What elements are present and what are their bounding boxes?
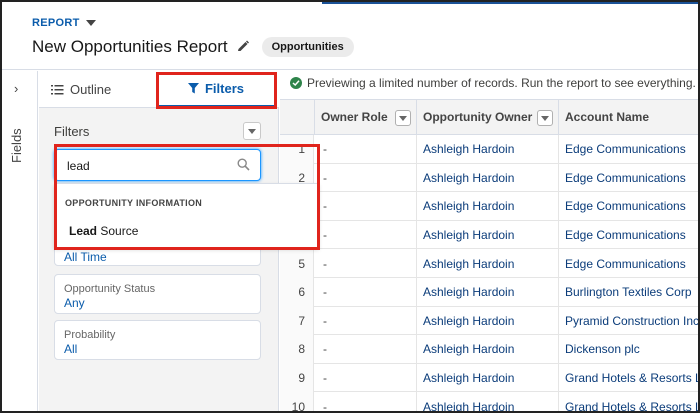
chevron-down-icon[interactable] xyxy=(85,20,96,26)
top-accent-bar xyxy=(322,2,698,4)
cell-opportunity-owner[interactable]: Ashleigh Hardoin xyxy=(417,278,559,307)
chevron-right-icon[interactable]: › xyxy=(14,81,18,96)
fields-rail[interactable]: › Fields xyxy=(2,71,38,411)
cell-account-name[interactable]: Grand Hotels & Resorts Ltd xyxy=(559,364,698,393)
column-header-owner-role[interactable]: Owner Role xyxy=(315,99,417,135)
filters-heading: Filters xyxy=(54,124,90,139)
filter-card-value: All xyxy=(64,342,78,356)
column-header-opportunity-owner[interactable]: Opportunity Owner xyxy=(417,99,559,135)
cell-owner-role: - xyxy=(315,278,417,307)
cell-account-name[interactable]: Edge Communications xyxy=(559,164,698,193)
cell-account-name[interactable]: Edge Communications xyxy=(559,135,698,164)
preview-notice: Previewing a limited number of records. … xyxy=(290,76,696,90)
fields-rail-label: Fields xyxy=(9,128,24,163)
highlight-search-dropdown xyxy=(54,144,320,250)
cell-owner-role: - xyxy=(315,335,417,364)
page-title: New Opportunities Report xyxy=(32,37,228,56)
tab-outline-label: Outline xyxy=(70,82,112,97)
report-header: REPORT New Opportunities Report Opportun… xyxy=(2,2,698,70)
cell-account-name[interactable]: Edge Communications xyxy=(559,221,698,250)
cell-account-name[interactable]: Pyramid Construction Inc xyxy=(559,307,698,336)
table-row: 7 - Ashleigh Hardoin Pyramid Constructio… xyxy=(280,306,698,336)
row-number: 8 xyxy=(280,335,314,364)
cell-owner-role: - xyxy=(315,163,417,193)
filter-card-label: Opportunity Status xyxy=(64,283,156,295)
cell-opportunity-owner[interactable]: Ashleigh Hardoin xyxy=(417,306,559,336)
chevron-down-icon xyxy=(248,128,256,134)
breadcrumb-label: REPORT xyxy=(32,17,80,29)
cell-owner-role: - xyxy=(315,392,417,411)
check-circle-icon xyxy=(290,77,302,89)
table-row: 5 - Ashleigh Hardoin Edge Communications xyxy=(280,249,698,278)
table-row: 1 - Ashleigh Hardoin Edge Communications xyxy=(280,135,698,164)
table-row: 9 - Ashleigh Hardoin Grand Hotels & Reso… xyxy=(280,363,698,393)
cell-opportunity-owner[interactable]: Ashleigh Hardoin xyxy=(417,392,559,411)
row-number-header xyxy=(280,99,315,135)
cell-opportunity-owner[interactable]: Ashleigh Hardoin xyxy=(417,249,559,278)
column-header-label: Account Name xyxy=(565,110,650,124)
cell-account-name[interactable]: Grand Hotels & Resorts Ltd xyxy=(559,392,698,411)
table-row: 10 - Ashleigh Hardoin Grand Hotels & Res… xyxy=(280,392,698,411)
table-row: 8 - Ashleigh Hardoin Dickenson plc xyxy=(280,335,698,364)
filter-card-probability[interactable]: Probability All xyxy=(54,320,261,360)
cell-opportunity-owner[interactable]: Ashleigh Hardoin xyxy=(417,335,559,364)
cell-opportunity-owner[interactable]: Ashleigh Hardoin xyxy=(417,363,559,393)
cell-account-name[interactable]: Edge Communications xyxy=(559,249,698,278)
column-menu-button[interactable] xyxy=(395,110,411,126)
title-row: New Opportunities Report Opportunities xyxy=(32,37,354,57)
preview-notice-text: Previewing a limited number of records. … xyxy=(307,76,696,90)
cell-account-name[interactable]: Dickenson plc xyxy=(559,335,698,364)
table-row: 2 - Ashleigh Hardoin Edge Communications xyxy=(280,163,698,193)
cell-owner-role: - xyxy=(315,192,417,221)
cell-owner-role: - xyxy=(315,249,417,278)
filters-menu-button[interactable] xyxy=(243,122,261,140)
filter-card-value: Any xyxy=(64,296,85,310)
cell-opportunity-owner[interactable]: Ashleigh Hardoin xyxy=(417,163,559,193)
highlight-filters-tab xyxy=(156,72,277,109)
cell-opportunity-owner[interactable]: Ashleigh Hardoin xyxy=(417,220,559,250)
cell-owner-role: - xyxy=(315,220,417,250)
report-preview-table: Owner Role Opportunity Owner Account Nam… xyxy=(280,99,698,411)
filter-card-label: Probability xyxy=(64,329,116,341)
row-number: 7 xyxy=(280,306,314,336)
cell-account-name[interactable]: Edge Communications xyxy=(559,192,698,221)
cell-owner-role: - xyxy=(315,306,417,336)
breadcrumb[interactable]: REPORT xyxy=(32,17,96,29)
row-number: 9 xyxy=(280,363,314,393)
list-icon xyxy=(51,85,64,95)
chevron-down-icon xyxy=(399,115,407,121)
cell-opportunity-owner[interactable]: Ashleigh Hardoin xyxy=(417,135,559,164)
cell-opportunity-owner[interactable]: Ashleigh Hardoin xyxy=(417,192,559,221)
filter-card-date-value: All Time xyxy=(64,250,107,264)
column-header-label: Owner Role xyxy=(321,110,388,124)
chevron-down-icon xyxy=(541,115,549,121)
tab-outline[interactable]: Outline xyxy=(51,71,111,108)
pencil-icon[interactable] xyxy=(236,40,250,54)
table-row: 3 - Ashleigh Hardoin Edge Communications xyxy=(280,192,698,221)
column-menu-button[interactable] xyxy=(537,110,553,126)
table-row: 4 - Ashleigh Hardoin Edge Communications xyxy=(280,220,698,250)
filter-card-opportunity-status[interactable]: Opportunity Status Any xyxy=(54,274,261,314)
table-row: 6 - Ashleigh Hardoin Burlington Textiles… xyxy=(280,278,698,307)
column-header-label: Opportunity Owner xyxy=(423,110,533,124)
report-type-chip: Opportunities xyxy=(261,37,354,57)
row-number: 5 xyxy=(280,249,314,278)
cell-owner-role: - xyxy=(315,363,417,393)
column-header-account-name[interactable]: Account Name xyxy=(559,99,698,135)
cell-owner-role: - xyxy=(315,135,417,164)
row-number: 6 xyxy=(280,278,314,307)
row-number: 10 xyxy=(280,392,314,411)
cell-account-name[interactable]: Burlington Textiles Corp xyxy=(559,278,698,307)
report-builder: REPORT New Opportunities Report Opportun… xyxy=(0,0,700,413)
